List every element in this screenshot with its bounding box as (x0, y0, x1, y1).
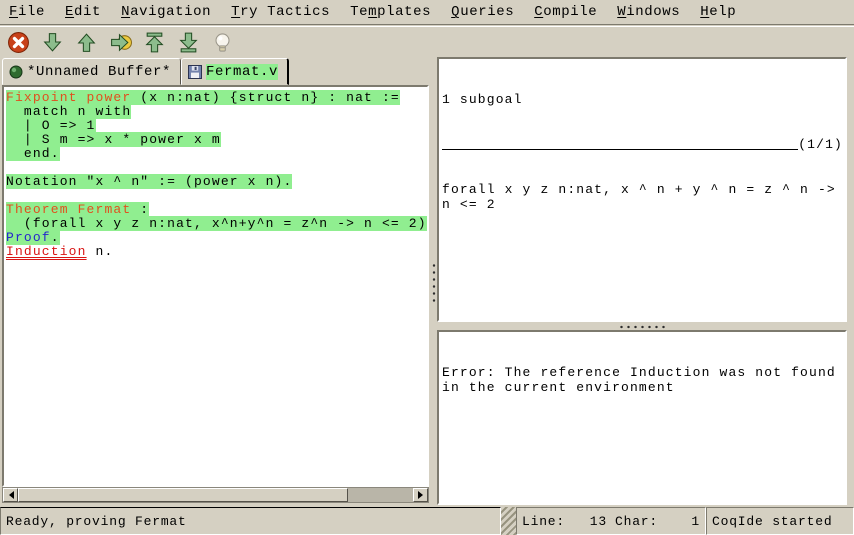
code-line[interactable]: match n with (6, 105, 426, 119)
tab-fermat-v-label: Fermat.v (206, 64, 278, 80)
tab-unnamed-buffer-label: *Unnamed Buffer* (27, 64, 171, 80)
goal-text: forall x y z n:nat, x ^ n + y ^ n = z ^ … (442, 182, 843, 212)
goals-messages-splitter[interactable] (437, 322, 847, 330)
code-line[interactable]: (forall x y z n:nat, x^n+y^n = z^n -> n … (6, 217, 426, 231)
menu-help[interactable]: Help (700, 4, 736, 20)
buffer-tab-bar: *Unnamed Buffer* Fermat.v (2, 58, 289, 85)
goals-pane: 1 subgoal (1/1) forall x y z n:nat, x ^ … (437, 57, 847, 322)
down-arrow-to-bar-icon (177, 31, 200, 54)
line-char-indicator: Line:13 Char:1 (516, 507, 706, 535)
scroll-left-button[interactable] (3, 488, 18, 502)
up-arrow-icon (75, 31, 98, 54)
menu-queries[interactable]: Queries (451, 4, 514, 20)
messages-pane: Error: The reference Induction was not f… (437, 330, 847, 505)
char-label: Char: (615, 514, 658, 529)
menu-file[interactable]: File (9, 4, 45, 20)
scrollbar-thumb[interactable] (18, 488, 348, 502)
menu-templates[interactable]: Templates (350, 4, 431, 20)
tab-unnamed-buffer[interactable]: *Unnamed Buffer* (2, 58, 181, 85)
line-value: 13 (565, 514, 607, 529)
code-line[interactable]: | O => 1 (6, 119, 426, 133)
stop-icon (7, 31, 30, 54)
toolbar (0, 26, 854, 57)
tab-fermat-v[interactable]: Fermat.v (181, 58, 289, 85)
down-arrow-icon (41, 31, 64, 54)
error-message: Error: The reference Induction was not f… (442, 365, 843, 395)
code-line[interactable]: Induction n. (6, 245, 426, 259)
menu-compile[interactable]: Compile (534, 4, 597, 20)
menu-bar: File Edit Navigation Try Tactics Templates Qu… (0, 0, 854, 25)
statusbar-grip[interactable] (501, 507, 516, 535)
subgoal-header: 1 subgoal (442, 92, 843, 107)
vertical-pane-splitter[interactable] (430, 57, 437, 503)
splitter-grip-dots (618, 325, 666, 329)
menu-navigation[interactable]: Navigation (121, 4, 211, 20)
goal-separator: (1/1) (442, 137, 843, 152)
coqide-status: CoqIde started (706, 507, 854, 535)
go-to-cursor-button[interactable] (108, 30, 133, 55)
code-line[interactable]: | S m => x * power x m (6, 133, 426, 147)
menu-edit[interactable]: Edit (65, 4, 101, 20)
go-up-button[interactable] (74, 30, 99, 55)
script-editor[interactable]: Fixpoint power (x n:nat) {struct n} : na… (2, 85, 429, 487)
hint-button[interactable] (210, 30, 235, 55)
status-bar: Ready, proving Fermat Line:13 Char:1 CoqI… (0, 507, 854, 535)
go-down-button[interactable] (40, 30, 65, 55)
scroll-right-button[interactable] (413, 488, 428, 502)
status-text: Ready, proving Fermat (0, 507, 501, 535)
code-line[interactable]: Notation "x ^ n" := (power x n). (6, 175, 426, 189)
stop-button[interactable] (6, 30, 31, 55)
code-line[interactable]: Theorem Fermat : (6, 203, 426, 217)
go-to-start-button[interactable] (142, 30, 167, 55)
lightbulb-icon (211, 31, 234, 54)
goal-rule-line (442, 149, 798, 150)
line-label: Line: (522, 514, 565, 529)
floppy-save-icon (188, 65, 202, 79)
splitter-grip-dots (432, 262, 436, 306)
char-value: 1 (658, 514, 700, 529)
go-to-end-button[interactable] (176, 30, 201, 55)
green-ball-icon (9, 65, 23, 79)
editor-horizontal-scrollbar[interactable] (2, 487, 429, 503)
goal-line: forall x y z n:nat, x ^ n + y ^ n = z ^ … (442, 182, 843, 197)
code-line[interactable]: Fixpoint power (x n:nat) {struct n} : na… (6, 91, 426, 105)
code-line[interactable] (6, 189, 426, 203)
code-line[interactable]: Proof. (6, 231, 426, 245)
up-arrow-to-bar-icon (143, 31, 166, 54)
message-line: in the current environment (442, 380, 843, 395)
goal-counter: (1/1) (798, 137, 843, 152)
message-line: Error: The reference Induction was not f… (442, 365, 843, 380)
menu-try-tactics[interactable]: Try Tactics (231, 4, 330, 20)
goal-line: n <= 2 (442, 197, 843, 212)
scrollbar-track[interactable] (348, 488, 413, 502)
left-arrow-icon (5, 491, 14, 499)
code-line[interactable] (6, 161, 426, 175)
menu-windows[interactable]: Windows (617, 4, 680, 20)
right-arrow-icon (418, 491, 427, 499)
go-to-cursor-icon (109, 31, 132, 54)
code-line[interactable]: end. (6, 147, 426, 161)
